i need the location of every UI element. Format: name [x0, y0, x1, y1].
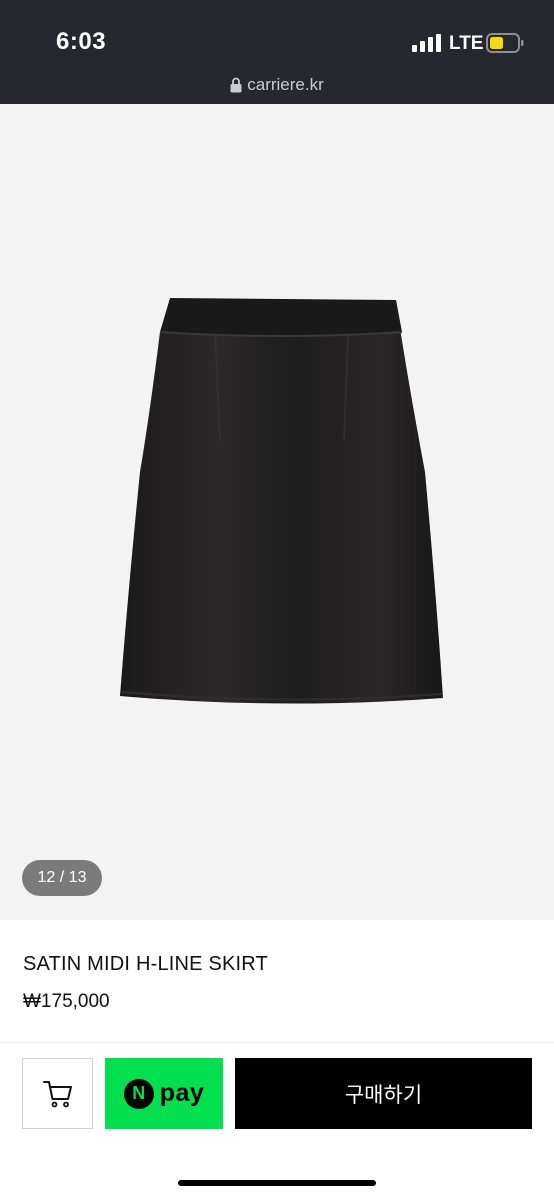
- product-image: [120, 298, 443, 704]
- product-image-gallery[interactable]: 12 / 13: [0, 104, 554, 920]
- url-text: carriere.kr: [247, 75, 324, 94]
- status-time: 6:03: [56, 28, 107, 55]
- naver-pay-button[interactable]: N pay: [105, 1058, 223, 1129]
- divider: [0, 1042, 554, 1043]
- add-to-cart-button[interactable]: [22, 1058, 93, 1129]
- product-price: ₩175,000: [23, 991, 110, 1012]
- image-counter-badge: 12 / 13: [22, 860, 102, 896]
- buy-now-button[interactable]: 구매하기: [235, 1058, 532, 1129]
- signal-bars-icon: [412, 34, 441, 52]
- browser-top-bar: 6:03 LTE carriere.kr: [0, 0, 554, 104]
- lock-icon: [230, 77, 242, 93]
- cart-icon: [42, 1080, 72, 1107]
- product-title: SATIN MIDI H-LINE SKIRT: [23, 953, 269, 975]
- battery-low-icon: [486, 33, 524, 53]
- address-bar[interactable]: carriere.kr: [0, 72, 554, 98]
- home-indicator[interactable]: [178, 1180, 376, 1186]
- naver-pay-label: pay: [159, 1079, 205, 1107]
- network-type: LTE: [449, 33, 484, 54]
- naver-pay-logo: N: [123, 1078, 154, 1109]
